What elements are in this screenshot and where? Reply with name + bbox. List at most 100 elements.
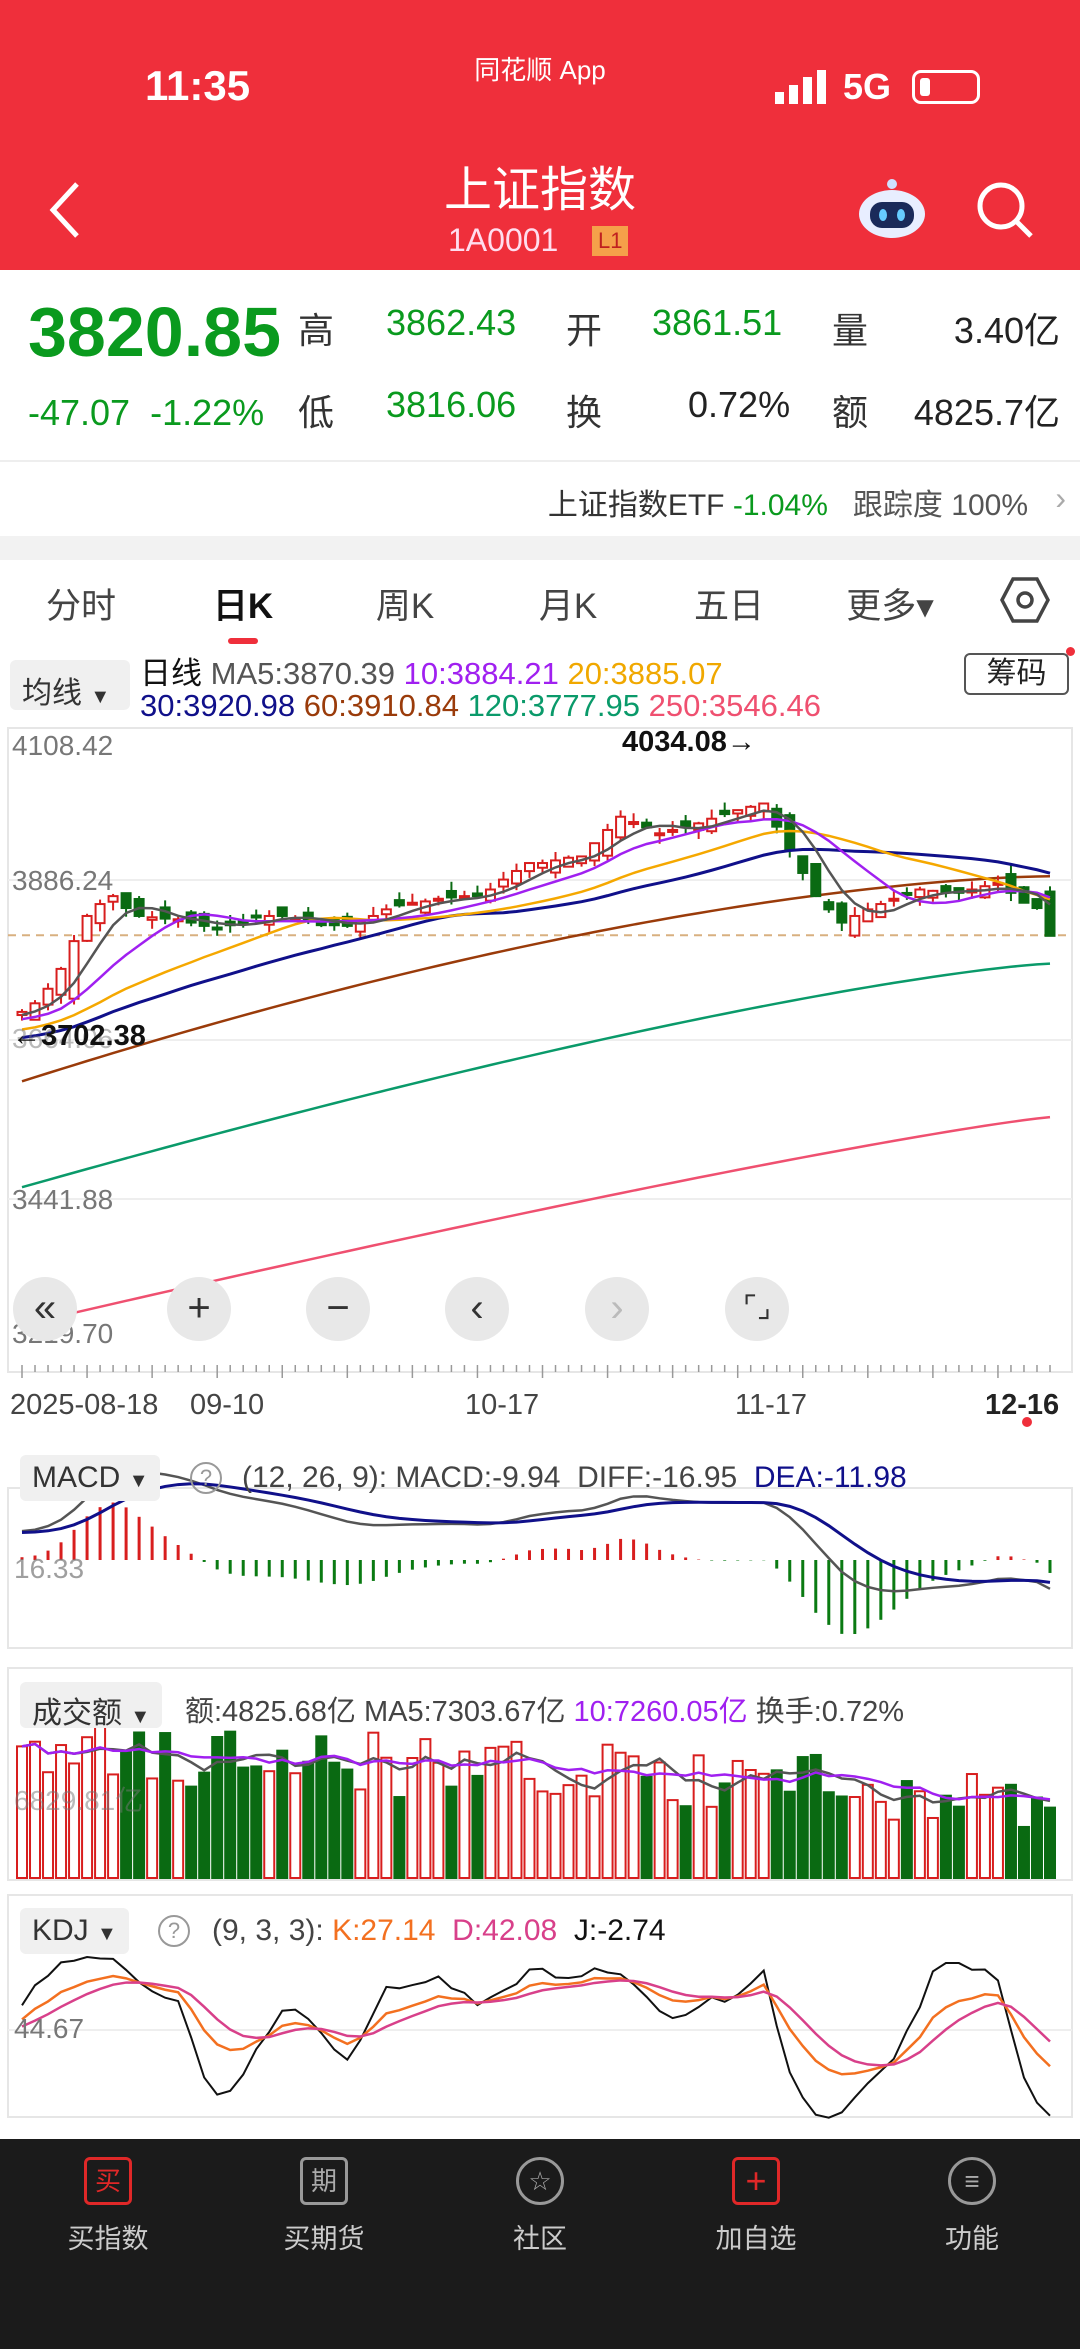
volume-bar: [250, 1765, 263, 1879]
volume-bar: [874, 1800, 887, 1880]
candle: [1031, 898, 1043, 910]
volume-bar: [640, 1775, 653, 1879]
candle: [615, 815, 627, 839]
fullscreen-button[interactable]: ⌜⌟: [725, 1277, 789, 1341]
volume-bar: [471, 1774, 484, 1879]
nav-label: 加自选: [715, 2224, 797, 2254]
nav-buy-futures[interactable]: 期买期货: [249, 2157, 399, 2256]
candle: [537, 862, 549, 869]
kdj-params: (9, 3, 3):: [212, 1914, 324, 1947]
candle: [732, 809, 744, 815]
ma60-line: [21, 875, 1051, 1083]
scroll-left-button[interactable]: ‹: [445, 1277, 509, 1341]
zoom-out-far-button[interactable]: «: [13, 1277, 77, 1341]
volume-selector-label: 成交额: [32, 1697, 122, 1730]
candle: [120, 892, 132, 910]
volume-bar: [328, 1761, 341, 1880]
macd-value: MACD:-9.94: [395, 1461, 561, 1494]
zoom-in-button[interactable]: +: [167, 1277, 231, 1341]
volume-bar: [1017, 1825, 1030, 1880]
help-icon[interactable]: ?: [190, 1462, 222, 1494]
volume-bar: [146, 1777, 159, 1880]
volume-bar: [679, 1805, 692, 1880]
candle: [654, 832, 666, 837]
candle: [211, 926, 223, 931]
kdj-axis-label: 44.67: [14, 2013, 84, 2044]
volume-bar: [731, 1759, 744, 1880]
ma5-line: [21, 809, 1051, 1017]
candle: [445, 889, 457, 899]
scroll-right-button[interactable]: ›: [585, 1277, 649, 1341]
candle: [888, 897, 900, 902]
candle: [276, 906, 288, 917]
volume-bar: [549, 1792, 562, 1879]
candle: [432, 897, 444, 902]
macd-params: (12, 26, 9):: [242, 1461, 388, 1494]
candle: [68, 940, 80, 1000]
volume-bar: [887, 1818, 900, 1879]
zoom-out-button[interactable]: −: [306, 1277, 370, 1341]
volume-bar: [783, 1790, 796, 1879]
help-icon[interactable]: ?: [158, 1915, 190, 1947]
volume-bar: [666, 1799, 679, 1880]
candle: [680, 820, 692, 828]
candle: [797, 855, 809, 874]
candle: [55, 967, 67, 996]
candle: [315, 922, 327, 927]
kdj-selector[interactable]: KDJ ▼: [20, 1908, 129, 1954]
vol-turnover: 换手:0.72%: [755, 1696, 905, 1728]
nav-label: 买期货: [283, 2224, 365, 2254]
volume-bar: [653, 1761, 666, 1879]
futures-icon: 期: [300, 2157, 348, 2205]
macd-selector[interactable]: MACD ▼: [20, 1455, 161, 1501]
y-label-4: 3441.88: [12, 1184, 113, 1215]
volume-bar: [848, 1796, 861, 1879]
ma120-line: [21, 962, 1051, 1189]
volume-bar: [497, 1745, 510, 1879]
star-icon: ☆: [516, 2157, 564, 2205]
high-marker: 4034.08→: [622, 726, 756, 758]
nav-add-watchlist[interactable]: + 加自选: [681, 2157, 831, 2256]
nav-buy-index[interactable]: 买买指数: [33, 2157, 183, 2256]
volume-bar: [367, 1731, 380, 1879]
volume-bar: [978, 1793, 991, 1880]
d-value: D:42.08: [452, 1914, 558, 1947]
candle: [81, 914, 93, 942]
volume-bar: [926, 1816, 939, 1879]
volume-bar: [562, 1784, 575, 1879]
volume-bar: [536, 1790, 549, 1879]
candle: [94, 903, 106, 925]
volume-bar: [445, 1785, 458, 1879]
volume-bar: [757, 1772, 770, 1880]
volume-bar: [185, 1785, 198, 1879]
volume-selector[interactable]: 成交额 ▼: [20, 1682, 163, 1730]
y-label-2: 3886.24: [12, 865, 113, 896]
kdj-selector-label: KDJ: [32, 1914, 89, 1947]
dea-line: [21, 1482, 1051, 1584]
vol-amount: 额:4825.68亿: [185, 1696, 356, 1728]
volume-bar: [406, 1757, 419, 1879]
candle: [940, 885, 952, 894]
volume-bar: [354, 1788, 367, 1879]
nav-functions[interactable]: ≡ 功能: [897, 2157, 1047, 2256]
candle: [380, 908, 392, 916]
kline-chart[interactable]: 4108.42 3886.24 3664.06 3441.88 3219.70 …: [0, 0, 1080, 2139]
volume-bar: [172, 1779, 185, 1879]
volume-bar: [224, 1730, 237, 1879]
volume-bar: [835, 1795, 848, 1879]
volume-bar: [237, 1766, 250, 1880]
buy-icon: 买: [84, 2157, 132, 2205]
volume-bar: [458, 1750, 471, 1879]
candle: [628, 821, 640, 826]
macd-selector-label: MACD: [32, 1461, 121, 1494]
nav-label: 社区: [513, 2224, 567, 2254]
nav-community[interactable]: ☆ 社区: [465, 2157, 615, 2256]
y-label-top: 4108.42: [12, 730, 113, 761]
j-line: [21, 1956, 1051, 2119]
date-label: 10-17: [465, 1389, 539, 1421]
date-label: 12-16: [985, 1389, 1059, 1421]
plus-icon: +: [732, 2157, 780, 2205]
nav-label: 功能: [945, 2224, 999, 2254]
volume-bar: [393, 1796, 406, 1880]
volume-bar: [484, 1746, 497, 1879]
